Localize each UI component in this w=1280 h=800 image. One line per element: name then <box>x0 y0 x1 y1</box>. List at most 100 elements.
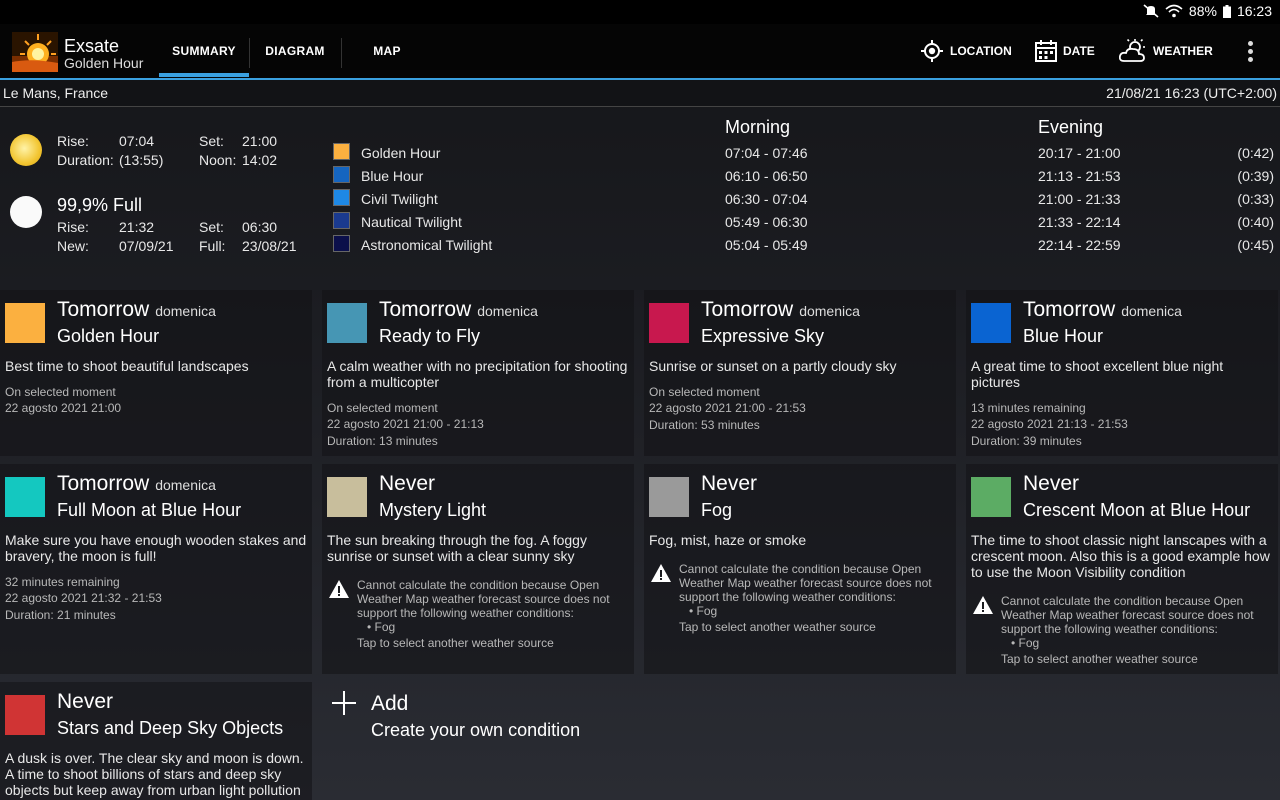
weather-cloud-sun-icon <box>1119 39 1145 62</box>
date-button-label: DATE <box>1063 44 1095 58</box>
sun-rise-value: 07:04 <box>119 133 155 149</box>
condition-meta: Duration: 53 minutes <box>649 418 760 432</box>
condition-card-mystery-light[interactable]: Never Mystery Light The sun breaking thr… <box>322 464 634 674</box>
condition-color-swatch <box>971 303 1011 343</box>
warning-text: Cannot calculate the condition because O… <box>1001 594 1254 636</box>
warning-icon <box>973 596 993 614</box>
app-bar: Exsate Golden Hour SUMMARY DIAGRAM MAP L… <box>0 24 1280 78</box>
legend-swatch-astronomical-twilight <box>333 235 350 252</box>
condition-when: Never <box>1023 472 1079 496</box>
warning-icon <box>329 580 349 598</box>
calendar-icon <box>1035 40 1057 62</box>
condition-description: A dusk is over. The clear sky and moon i… <box>5 750 304 798</box>
condition-when: Tomorrow domenica <box>57 472 216 496</box>
location-button[interactable]: LOCATION <box>920 24 1012 78</box>
select-weather-source-link[interactable]: Tap to select another weather source <box>1001 652 1198 666</box>
legend-label-nautical-twilight: Nautical Twilight <box>361 214 462 230</box>
condition-meta: Duration: 13 minutes <box>327 434 438 448</box>
warning-text: Cannot calculate the condition because O… <box>357 578 610 620</box>
tab-diagram[interactable]: DIAGRAM <box>250 24 340 78</box>
location-name: Le Mans, France <box>3 85 109 101</box>
condition-color-swatch <box>327 477 367 517</box>
legend-swatch-nautical-twilight <box>333 212 350 229</box>
condition-day: domenica <box>799 303 860 319</box>
condition-color-swatch <box>649 303 689 343</box>
evening-duration: (0:39) <box>1237 168 1274 184</box>
condition-card-full-moon-blue-hour[interactable]: Tomorrow domenica Full Moon at Blue Hour … <box>0 464 312 674</box>
moon-full-label: Full: <box>199 238 226 254</box>
active-tab-indicator <box>159 73 249 77</box>
mute-icon <box>1143 4 1159 18</box>
moon-set-value: 06:30 <box>242 219 278 235</box>
condition-description: The sun breaking through the fog. A fogg… <box>327 532 587 564</box>
evening-time: 21:00 - 21:33 <box>1038 191 1121 207</box>
select-weather-source-link[interactable]: Tap to select another weather source <box>357 636 554 650</box>
condition-meta: 22 agosto 2021 21:00 <box>5 401 122 415</box>
warning-bullet: • Fog <box>367 620 396 634</box>
add-condition-title: Add <box>371 692 409 715</box>
condition-day: domenica <box>477 303 538 319</box>
condition-meta: Duration: 21 minutes <box>5 608 116 622</box>
condition-meta: On selected moment <box>649 385 760 399</box>
condition-meta: On selected moment <box>5 385 116 399</box>
sun-duration-value: (13:55) <box>119 152 164 168</box>
condition-name: Golden Hour <box>57 326 160 346</box>
moon-rise-label: Rise: <box>57 219 89 235</box>
sun-duration-label: Duration: <box>57 152 114 168</box>
condition-color-swatch <box>5 477 45 517</box>
morning-time: 05:04 - 05:49 <box>725 237 808 253</box>
morning-time: 06:30 - 07:04 <box>725 191 808 207</box>
add-condition-button[interactable]: Add Create your own condition <box>322 682 634 800</box>
moon-rise-value: 21:32 <box>119 219 155 235</box>
condition-card-golden-hour[interactable]: Tomorrow domenica Golden Hour Best time t… <box>0 290 312 456</box>
select-weather-source-link[interactable]: Tap to select another weather source <box>679 620 876 634</box>
tab-map[interactable]: MAP <box>342 24 432 78</box>
condition-color-swatch <box>971 477 1011 517</box>
evening-duration: (0:40) <box>1237 214 1274 230</box>
condition-card-blue-hour[interactable]: Tomorrow domenica Blue Hour A great time … <box>966 290 1278 456</box>
condition-color-swatch <box>5 695 45 735</box>
warning-bullet: • Fog <box>689 604 718 618</box>
wifi-icon <box>1165 4 1183 18</box>
condition-name: Blue Hour <box>1023 326 1104 346</box>
condition-when: Tomorrow domenica <box>57 298 216 322</box>
condition-when: Tomorrow domenica <box>1023 298 1182 322</box>
condition-card-ready-to-fly[interactable]: Tomorrow domenica Ready to Fly A calm wea… <box>322 290 634 456</box>
evening-time: 21:33 - 22:14 <box>1038 214 1121 230</box>
condition-card-fog[interactable]: Never Fog Fog, mist, haze or smoke Canno… <box>644 464 956 674</box>
location-bar[interactable]: Le Mans, France 21/08/21 16:23 (UTC+2:00… <box>0 80 1280 107</box>
condition-description: A calm weather with no precipitation for… <box>327 358 628 390</box>
condition-card-expressive-sky[interactable]: Tomorrow domenica Expressive Sky Sunrise … <box>644 290 956 456</box>
condition-meta: 13 minutes remaining <box>971 401 1086 415</box>
moon-new-label: New: <box>57 238 89 254</box>
condition-meta: On selected moment <box>327 401 438 415</box>
condition-name: Full Moon at Blue Hour <box>57 500 242 520</box>
plus-icon <box>332 691 356 715</box>
clock: 16:23 <box>1236 3 1272 19</box>
date-button[interactable]: DATE <box>1035 24 1095 78</box>
moon-set-label: Set: <box>199 219 224 235</box>
sun-icon <box>10 134 42 166</box>
legend-label-blue-hour: Blue Hour <box>361 168 424 184</box>
sun-rise-label: Rise: <box>57 133 89 149</box>
evening-duration: (0:42) <box>1237 145 1274 161</box>
condition-name: Fog <box>701 500 733 520</box>
evening-header: Evening <box>1038 117 1104 137</box>
tab-summary[interactable]: SUMMARY <box>159 24 249 78</box>
condition-day: domenica <box>155 303 216 319</box>
gps-target-icon <box>921 40 943 62</box>
overflow-menu-icon[interactable] <box>1248 41 1254 65</box>
sun-set-label: Set: <box>199 133 224 149</box>
current-datetime: 21/08/21 16:23 (UTC+2:00) <box>1106 85 1277 101</box>
condition-card-crescent-moon-blue-hour[interactable]: Never Crescent Moon at Blue Hour The tim… <box>966 464 1278 674</box>
condition-description: The time to shoot classic night lanscape… <box>971 532 1270 580</box>
condition-card-stars-deep-sky[interactable]: Never Stars and Deep Sky Objects A dusk … <box>0 682 312 800</box>
weather-button[interactable]: WEATHER <box>1119 24 1213 78</box>
condition-when-text: Tomorrow <box>379 298 472 321</box>
morning-header: Morning <box>725 117 791 137</box>
condition-meta: Duration: 39 minutes <box>971 434 1082 448</box>
condition-meta: 22 agosto 2021 21:32 - 21:53 <box>5 591 162 605</box>
condition-meta: 22 agosto 2021 21:13 - 21:53 <box>971 417 1128 431</box>
location-button-label: LOCATION <box>950 44 1012 58</box>
battery-percent: 88% <box>1188 3 1217 19</box>
